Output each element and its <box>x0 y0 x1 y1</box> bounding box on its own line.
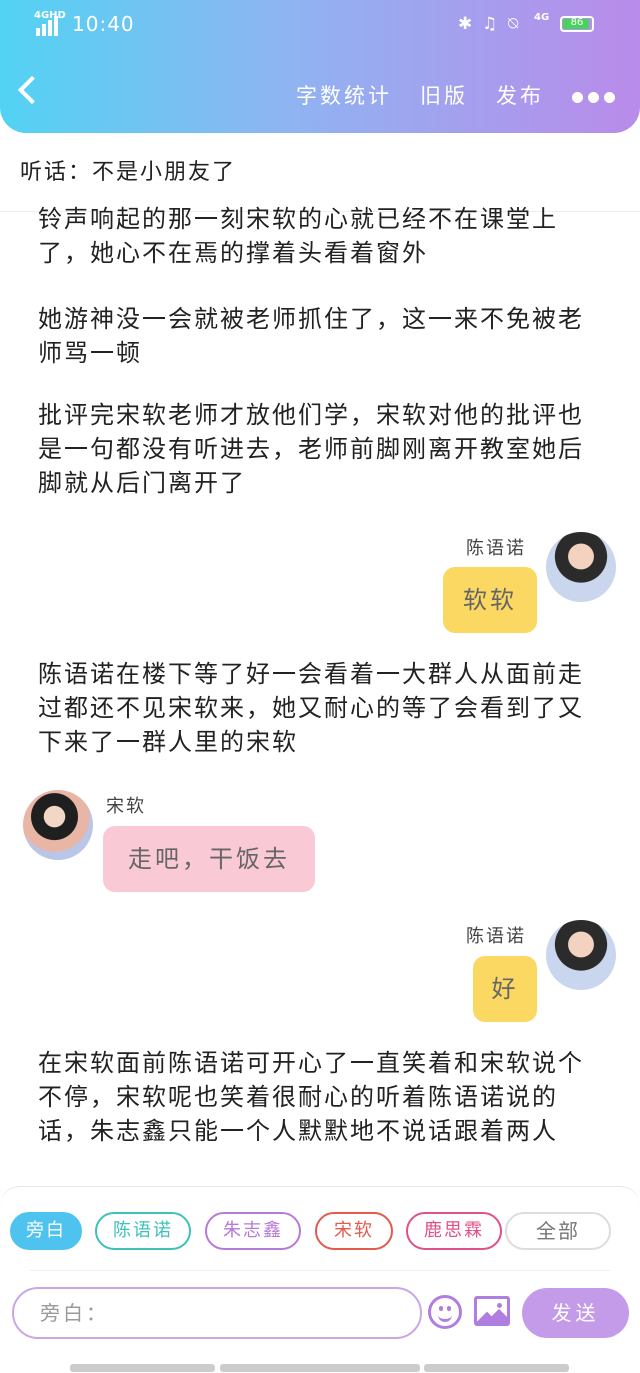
avatar[interactable] <box>546 920 616 990</box>
message-input[interactable]: 旁白： <box>12 1287 422 1339</box>
role-chip-all[interactable]: 全部 <box>505 1212 611 1250</box>
publish-button[interactable]: 发布 <box>496 80 544 110</box>
narration-paragraph: 批评完宋软老师才放他们学，宋软对他的批评也是一句都没有听进去，老师前脚刚离开教室… <box>38 401 584 497</box>
chat-bubble[interactable]: 软软 <box>443 567 537 633</box>
signal-icon: 4GHD <box>34 10 66 36</box>
narration-paragraph: 铃声响起的那一刻宋软的心就已经不在课堂上了，她心不在焉的撑着头看着窗外 <box>38 205 558 267</box>
app-header: 4GHD 10:40 ✱ ♫ ⍉ 4G 86 字数统计 旧版 发布 <box>0 0 640 133</box>
speaker-name: 宋软 <box>106 796 146 817</box>
role-chip-song[interactable]: 宋软 <box>315 1212 393 1250</box>
status-bar: 4GHD 10:40 ✱ ♫ ⍉ 4G 86 <box>0 10 640 38</box>
nav-bar <box>424 1364 569 1372</box>
mute-bell-icon: ⍉ <box>508 14 519 34</box>
battery-level: 86 <box>570 17 584 28</box>
narration-paragraph: 她游神没一会就被老师抓住了，这一来不免被老师骂一顿 <box>38 305 584 367</box>
divider <box>30 1270 610 1271</box>
chapter-title: 听话：不是小朋友了 <box>20 160 237 185</box>
narration-paragraph: 在宋软面前陈语诺可开心了一直笑着和宋软说个不停，宋软呢也笑着很耐心的听着陈语诺说… <box>38 1049 584 1145</box>
word-count-button[interactable]: 字数统计 <box>296 80 392 110</box>
network-type: 4G <box>534 12 550 23</box>
clock: 10:40 <box>72 12 135 36</box>
chat-bubble[interactable]: 走吧，干饭去 <box>103 826 315 892</box>
role-chip-narrator[interactable]: 旁白 <box>10 1212 82 1250</box>
avatar[interactable] <box>546 532 616 602</box>
avatar[interactable] <box>23 790 93 860</box>
image-icon[interactable] <box>474 1296 510 1326</box>
chat-bubble[interactable]: 好 <box>473 956 537 1022</box>
back-icon[interactable] <box>17 75 47 105</box>
headphones-icon: ♫ <box>482 14 498 34</box>
speaker-name: 陈语诺 <box>466 926 526 947</box>
role-chip-chen[interactable]: 陈语诺 <box>95 1212 191 1250</box>
nav-bar <box>70 1364 215 1372</box>
role-chip-lu[interactable]: 鹿思霖 <box>406 1212 502 1250</box>
nav-bar <box>220 1364 420 1372</box>
role-chip-zhu[interactable]: 朱志鑫 <box>205 1212 301 1250</box>
battery-icon: 86 <box>560 16 594 32</box>
send-button[interactable]: 发送 <box>522 1288 629 1338</box>
bluetooth-icon: ✱ <box>458 14 473 34</box>
speaker-name: 陈语诺 <box>466 538 526 559</box>
narration-paragraph: 陈语诺在楼下等了好一会看着一大群人从面前走过都还不见宋软来，她又耐心的等了会看到… <box>38 660 584 756</box>
old-version-button[interactable]: 旧版 <box>420 80 468 110</box>
emoji-icon[interactable] <box>428 1295 462 1329</box>
more-icon[interactable] <box>572 88 620 107</box>
